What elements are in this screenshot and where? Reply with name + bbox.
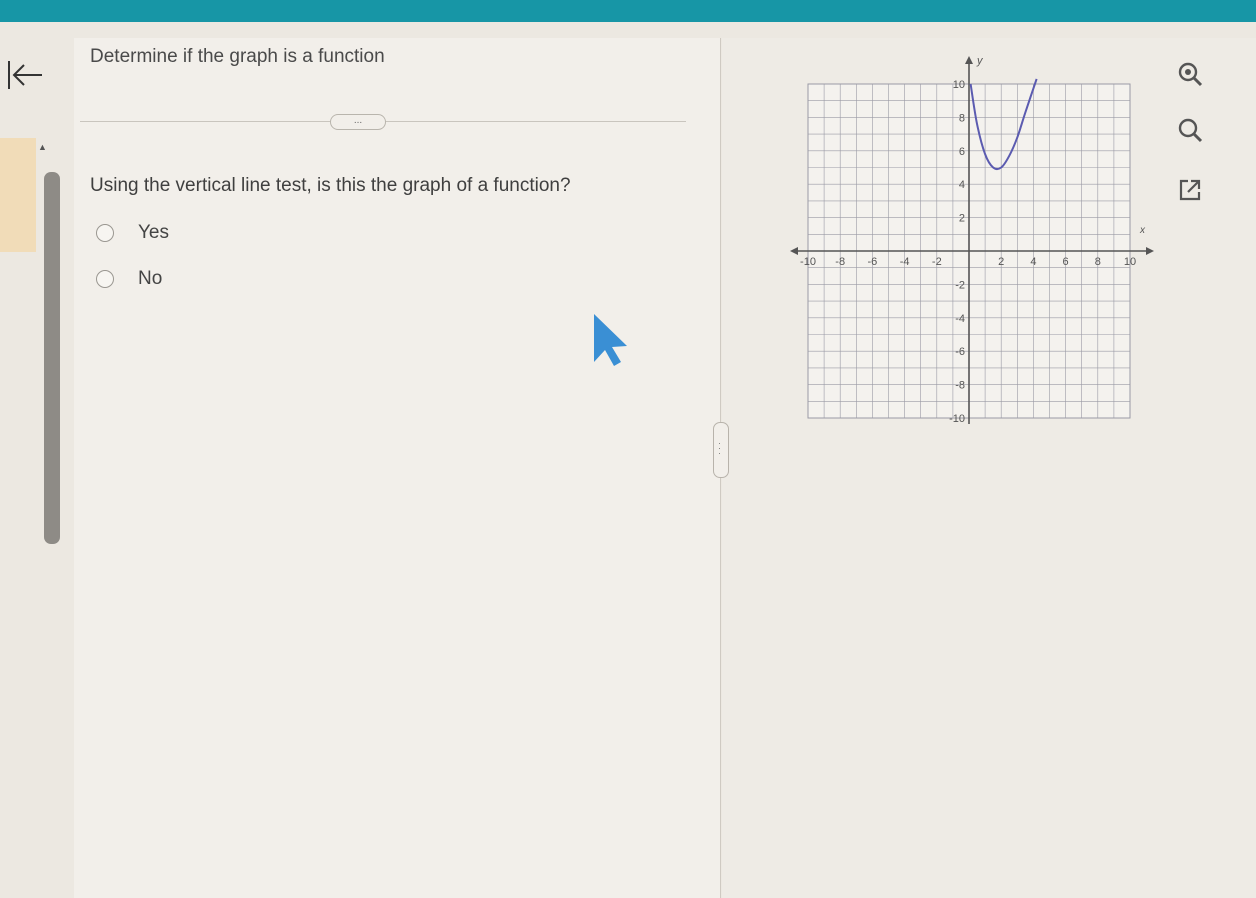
y-tick-label: 2	[959, 213, 965, 225]
x-tick-label: -10	[800, 256, 816, 268]
y-tick-label: 10	[953, 79, 965, 91]
y-tick-label: 8	[959, 112, 965, 124]
zoom-out-icon[interactable]	[1176, 116, 1204, 144]
x-tick-label: 4	[1030, 256, 1036, 268]
back-arrow-icon	[8, 61, 42, 89]
expand-more-button[interactable]: ...	[330, 114, 386, 130]
x-tick-label: -6	[868, 256, 878, 268]
y-tick-label: 6	[959, 146, 965, 158]
top-header-bar	[0, 0, 1256, 22]
x-tick-label: 10	[1124, 256, 1136, 268]
mouse-pointer-icon	[594, 314, 627, 366]
answer-option-yes[interactable]: Yes	[96, 222, 169, 244]
y-tick-label: -8	[955, 380, 965, 392]
x-axis-label: x	[1139, 225, 1146, 236]
x-tick-label: 2	[998, 256, 1004, 268]
y-tick-label: -6	[955, 346, 965, 358]
x-tick-label: -4	[900, 256, 910, 268]
y-tick-label: -4	[955, 313, 965, 325]
y-axis-arrow	[965, 56, 973, 64]
question-pane	[74, 38, 721, 898]
y-tick-label: -2	[955, 279, 965, 291]
x-tick-label: -2	[932, 256, 942, 268]
x-tick-label: 6	[1063, 256, 1069, 268]
radio-button-no[interactable]	[96, 270, 114, 288]
function-graph: x y -10 -8 -6 -4 -2 2 4 6 8 10 10 8 6 4 2 -2 -4 -6 -8 -10	[790, 55, 1154, 425]
zoom-in-icon[interactable]	[1176, 60, 1204, 88]
x-axis-arrow	[1146, 247, 1154, 255]
x-tick-label: 8	[1095, 256, 1101, 268]
radio-button-yes[interactable]	[96, 224, 114, 242]
instruction-heading: Determine if the graph is a function	[90, 46, 385, 67]
back-button[interactable]	[6, 58, 44, 92]
y-tick-label: -10	[949, 413, 965, 425]
option-label-yes: Yes	[138, 222, 169, 243]
pane-resize-handle[interactable]: · · ·	[713, 422, 729, 478]
x-axis-arrow-left	[790, 247, 798, 255]
scrollbar-thumb[interactable]	[44, 172, 60, 544]
popout-icon[interactable]	[1176, 176, 1204, 204]
answer-option-no[interactable]: No	[96, 268, 162, 290]
x-tick-label: -8	[835, 256, 845, 268]
scroll-up-arrow[interactable]: ▲	[38, 142, 47, 152]
y-tick-label: 4	[959, 179, 965, 191]
question-prompt: Using the vertical line test, is this th…	[90, 175, 571, 196]
sidebar-accent-strip	[0, 138, 36, 252]
y-axis-label: y	[976, 55, 984, 67]
option-label-no: No	[138, 268, 163, 289]
